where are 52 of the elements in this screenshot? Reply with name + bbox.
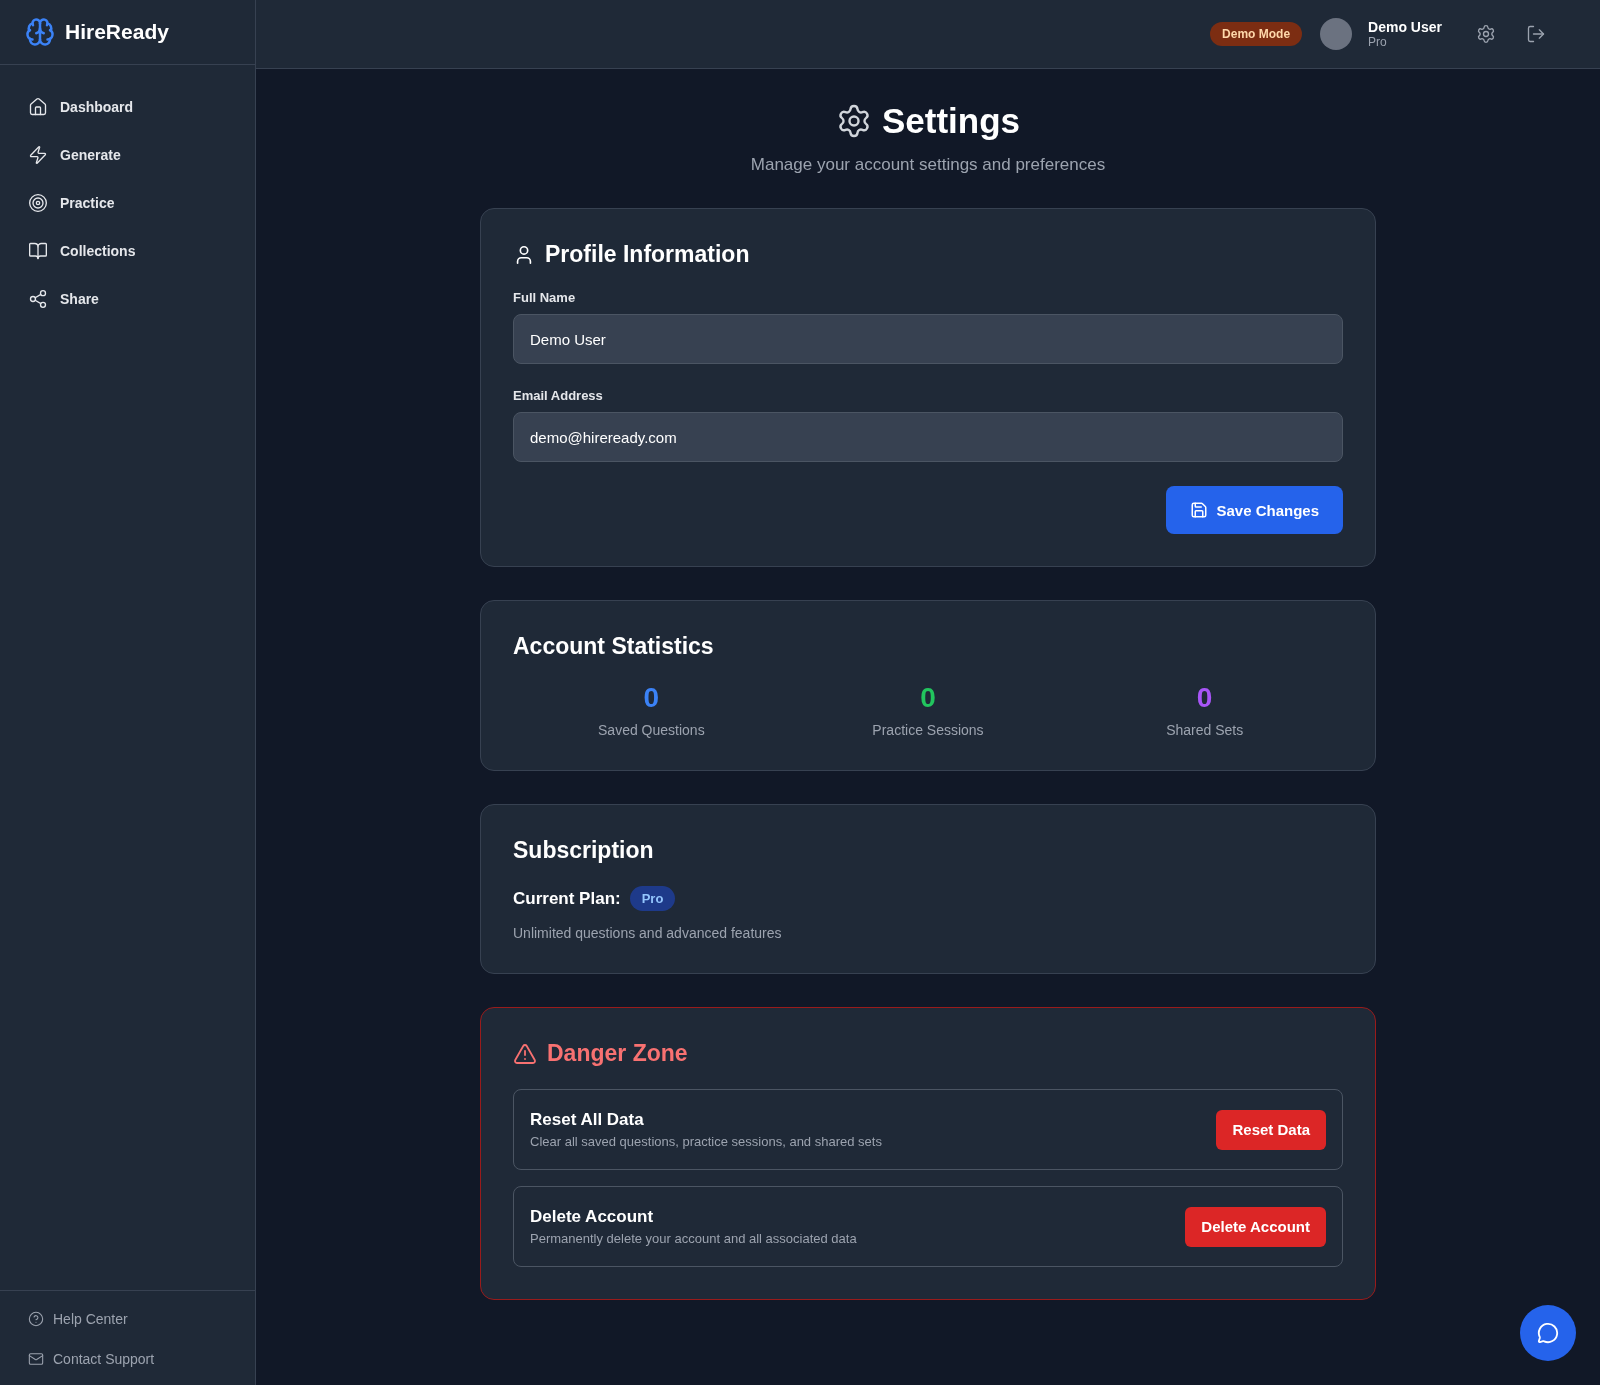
user-name: Demo User — [1368, 19, 1442, 35]
page-subtitle: Manage your account settings and preferences — [750, 155, 1106, 175]
sidebar-item[interactable]: Collections — [16, 231, 239, 271]
stat-label: Practice Sessions — [872, 722, 984, 738]
action-description: Clear all saved questions, practice sessions, and shared sets — [530, 1134, 882, 1149]
save-icon — [1190, 501, 1209, 519]
field-label: Email Address — [513, 388, 604, 403]
plan-label: Current Plan: — [513, 888, 621, 909]
plan-description: Unlimited questions and advanced features — [513, 925, 783, 941]
plan-badge: Pro — [629, 886, 676, 911]
chat-button[interactable] — [1520, 1305, 1576, 1361]
sidebar-item[interactable]: Generate — [16, 135, 239, 175]
help-icon — [28, 1311, 44, 1327]
danger-button[interactable]: Reset Data — [1216, 1109, 1326, 1150]
brand-name: HireReady — [65, 20, 169, 44]
home-icon — [28, 97, 48, 117]
stat-value: 0 — [920, 682, 936, 714]
action-title: Delete Account — [530, 1207, 655, 1227]
danger-button[interactable]: Delete Account — [1185, 1206, 1326, 1247]
sidebar-footer-link[interactable]: Contact Support — [28, 1347, 235, 1371]
sidebar-item[interactable]: Dashboard — [16, 87, 239, 127]
card-title: Account Statistics — [513, 633, 714, 660]
stat-value: 0 — [1196, 682, 1213, 714]
card-title: Subscription — [513, 837, 654, 864]
mail-icon — [28, 1351, 44, 1367]
avatar — [1320, 18, 1353, 50]
mode-badge: Demo Mode — [1210, 22, 1303, 46]
brain-logo-icon — [25, 17, 55, 47]
stat-label: Shared Sets — [1166, 722, 1244, 738]
book-icon — [28, 241, 48, 261]
user-plan: Pro — [1368, 35, 1388, 49]
stat-label: Saved Questions — [598, 722, 705, 738]
settings-icon — [1476, 24, 1496, 44]
action-title: Reset All Data — [530, 1110, 645, 1130]
sidebar-item[interactable]: Practice — [16, 183, 239, 223]
card-title: Profile Information — [545, 241, 750, 268]
target-icon — [28, 193, 48, 213]
lightning-icon — [28, 145, 48, 165]
field-label: Full Name — [513, 290, 577, 305]
warning-icon — [513, 1041, 537, 1066]
logout-icon — [1526, 24, 1546, 44]
sidebar-footer-link[interactable]: Help Center — [28, 1307, 235, 1331]
page-title: Settings — [881, 101, 1021, 141]
stat-value: 0 — [643, 682, 660, 714]
action-description: Permanently delete your account and all associated data — [530, 1231, 857, 1246]
input-field[interactable]: Demo User — [513, 314, 1343, 364]
share-icon — [28, 289, 48, 309]
input-field[interactable]: demo@hireready.com — [513, 412, 1343, 462]
card-title: Danger Zone — [547, 1040, 688, 1067]
chat-icon — [1537, 1322, 1559, 1344]
save-button[interactable]: Save Changes — [1166, 486, 1343, 534]
sidebar-item[interactable]: Share — [16, 279, 239, 319]
